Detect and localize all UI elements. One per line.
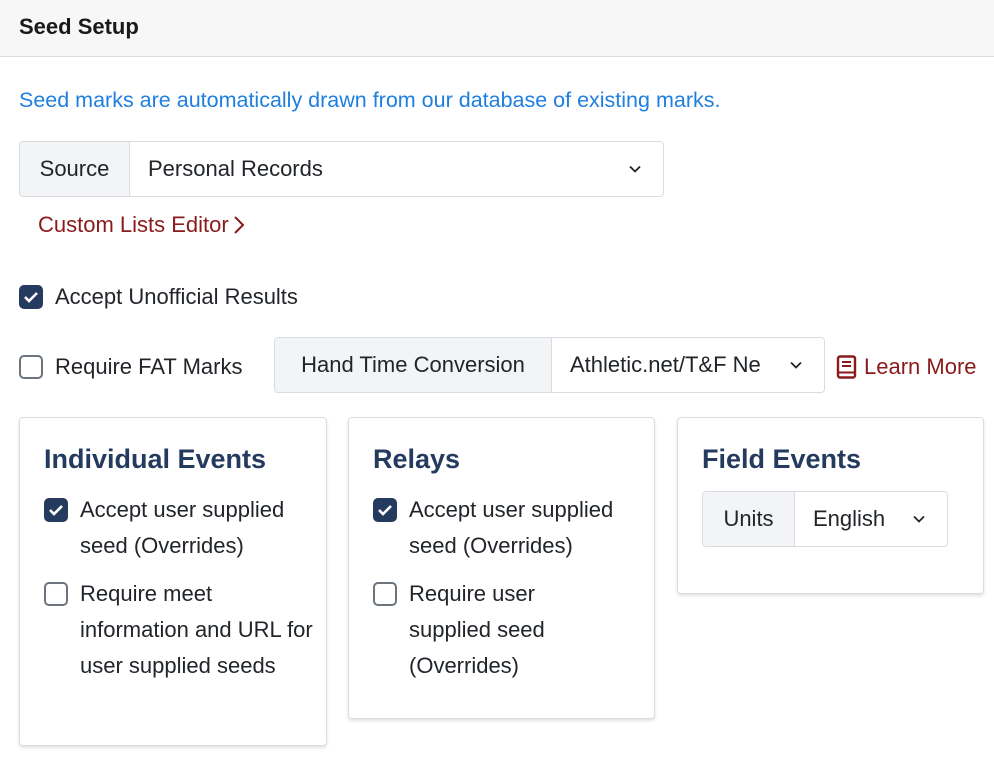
ind-require-meet-info-label: Require meet information and URL for use… [80, 581, 313, 678]
source-select[interactable]: Personal Records [130, 142, 663, 196]
require-fat-row[interactable]: Require FAT Marks [19, 349, 242, 385]
learn-more-link[interactable]: Learn More [836, 354, 977, 380]
page-title: Seed Setup [19, 14, 139, 39]
require-fat-checkbox[interactable] [19, 355, 43, 379]
source-select-value: Personal Records [148, 156, 323, 181]
info-text: Seed marks are automatically drawn from … [19, 88, 721, 112]
chevron-down-icon [913, 515, 925, 523]
source-input-group: Source Personal Records [19, 141, 664, 197]
individual-events-card: Individual Events Accept user supplied s… [19, 417, 327, 746]
relay-require-user-seed-row[interactable]: Require user supplied seed (Overrides) [373, 576, 573, 684]
ind-accept-user-seed-checkbox[interactable] [44, 498, 68, 522]
chevron-right-icon [234, 216, 245, 234]
ind-accept-user-seed-label: Accept user supplied seed (Overrides) [80, 497, 285, 558]
ind-require-meet-info-row[interactable]: Require meet information and URL for use… [44, 576, 314, 684]
relay-accept-user-seed-label: Accept user supplied seed (Overrides) [409, 497, 614, 558]
book-icon [836, 355, 857, 379]
units-select-value: English [813, 506, 886, 531]
individual-events-title: Individual Events [44, 444, 267, 474]
hand-time-input-group: Hand Time Conversion Athletic.net/T&F Ne [274, 337, 825, 393]
chevron-down-icon [629, 165, 641, 173]
require-fat-label: Require FAT Marks [55, 354, 243, 379]
accept-unofficial-row[interactable]: Accept Unofficial Results [19, 279, 298, 315]
custom-lists-editor-link[interactable]: Custom Lists Editor [38, 212, 245, 238]
chevron-down-icon [790, 361, 802, 369]
ind-require-meet-info-checkbox[interactable] [44, 582, 68, 606]
units-select[interactable]: English [795, 492, 947, 546]
check-icon [49, 505, 63, 516]
card-header: Seed Setup [0, 0, 994, 57]
check-icon [378, 505, 392, 516]
field-events-card: Field Events Units English [677, 417, 984, 594]
field-events-title: Field Events [702, 444, 862, 474]
hand-time-select-value: Athletic.net/T&F Ne [570, 352, 761, 377]
relay-accept-user-seed-row[interactable]: Accept user supplied seed (Overrides) [373, 492, 643, 564]
hand-time-label: Hand Time Conversion [275, 338, 552, 392]
accept-unofficial-checkbox[interactable] [19, 285, 43, 309]
source-label: Source [20, 142, 130, 196]
accept-unofficial-label: Accept Unofficial Results [55, 284, 298, 309]
units-input-group: Units English [702, 491, 948, 547]
relays-card: Relays Accept user supplied seed (Overri… [348, 417, 655, 719]
check-icon [24, 292, 38, 303]
relays-title: Relays [373, 444, 461, 474]
relay-accept-user-seed-checkbox[interactable] [373, 498, 397, 522]
relay-require-user-seed-checkbox[interactable] [373, 582, 397, 606]
learn-more-label: Learn More [864, 354, 977, 379]
relay-require-user-seed-label: Require user supplied seed (Overrides) [409, 581, 545, 678]
ind-accept-user-seed-row[interactable]: Accept user supplied seed (Overrides) [44, 492, 314, 564]
custom-lists-editor-label: Custom Lists Editor [38, 212, 229, 237]
hand-time-select[interactable]: Athletic.net/T&F Ne [552, 338, 824, 392]
units-label: Units [703, 492, 795, 546]
